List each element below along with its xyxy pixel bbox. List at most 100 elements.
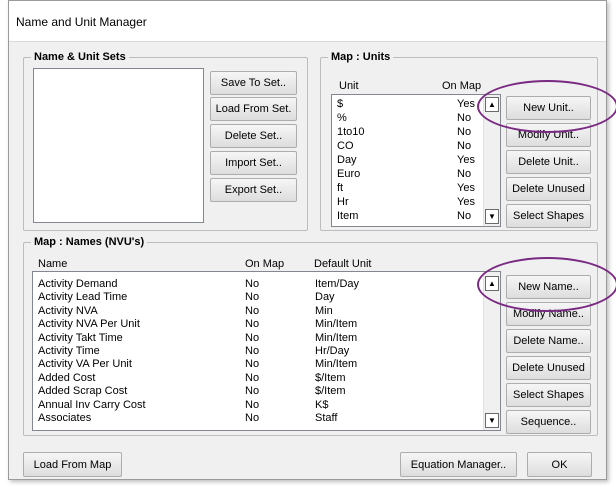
sets-listbox[interactable] (33, 68, 204, 223)
unit-onmap: Yes (457, 98, 475, 110)
scroll-up-icon[interactable]: ▲ (485, 97, 499, 112)
nvu-onmap: No (245, 385, 260, 398)
nvu-default-unit: $/Item (315, 371, 346, 384)
nvu-default-unit: Min/Item (315, 358, 358, 371)
nvu-name: Added Scrap Cost (38, 385, 128, 398)
delete-unused-names-button[interactable]: Delete Unused (506, 356, 591, 380)
nvu-name: Associates (38, 412, 92, 424)
nvu-onmap: No (245, 318, 260, 331)
name-unit-manager-dialog: Name and Unit Manager Name & Unit Sets S… (8, 0, 616, 480)
name-row[interactable]: Activity Takt Time No Min/Item (33, 332, 483, 344)
unit-row[interactable]: % No (332, 112, 482, 124)
name-row[interactable]: Activity NVA Per Unit No Min/Item (33, 318, 483, 330)
nvu-onmap: No (245, 278, 260, 290)
unit-row[interactable]: Item No (332, 210, 482, 222)
nvu-onmap: No (245, 358, 260, 371)
nvu-default-unit: Min/Item (315, 318, 358, 331)
sequence-button[interactable]: Sequence.. (506, 410, 591, 434)
unit-name: Euro (337, 168, 361, 180)
nvu-name: Activity Lead Time (38, 291, 128, 304)
delete-unused-units-button[interactable]: Delete Unused (506, 177, 591, 201)
nvu-default-unit: Item/Day (315, 278, 360, 290)
name-row[interactable]: Activity Time No Hr/Day (33, 345, 483, 357)
names-header-default-unit: Default Unit (314, 258, 372, 270)
modify-name-button[interactable]: Modify Name.. (506, 302, 591, 326)
nvu-name: Annual Inv Carry Cost (38, 398, 146, 411)
unit-onmap: Yes (457, 196, 475, 208)
nvu-onmap: No (245, 304, 260, 317)
scroll-down-icon[interactable]: ▼ (485, 413, 499, 428)
unit-row[interactable]: Euro No (332, 168, 482, 180)
nvu-onmap: No (245, 331, 260, 344)
map-units-legend: Map : Units (331, 51, 391, 63)
name-row[interactable]: Activity NVA No Min (33, 305, 483, 317)
names-header-onmap: On Map (245, 258, 285, 270)
new-name-button[interactable]: New Name.. (506, 275, 591, 299)
unit-name: ft (337, 182, 344, 194)
nvu-default-unit: Hr/Day (315, 345, 350, 357)
name-row[interactable]: Activity Demand No Item/Day (33, 278, 483, 290)
unit-row[interactable]: 1to10 No (332, 126, 482, 138)
names-listbox[interactable]: Activity Demand No Item/Day Activity Lead T… (32, 271, 501, 431)
unit-onmap: No (457, 168, 472, 180)
name-row[interactable]: Annual Inv Carry Cost No K$ (33, 399, 483, 411)
name-row[interactable]: Added Cost No $/Item (33, 372, 483, 384)
nvu-onmap: No (245, 291, 260, 304)
unit-name: $ (337, 98, 344, 110)
nvu-name: Added Cost (38, 371, 96, 384)
units-listbox[interactable]: $ Yes% No 1to10 No CO No Day Yes Euro No ft Yes Hr Yes… (331, 94, 501, 227)
select-shapes-units-button[interactable]: Select Shapes (506, 204, 591, 228)
nvu-name: Activity Takt Time (38, 331, 123, 344)
unit-row[interactable]: Day Yes (332, 154, 482, 166)
unit-name: 1to10 (337, 126, 365, 138)
names-header-name: Name (38, 258, 68, 270)
name-row[interactable]: Added Scrap Cost No $/Item (33, 385, 483, 397)
names-scrollbar[interactable]: ▲ ▼ (483, 272, 500, 430)
name-row[interactable]: Activity Lead Time No Day (33, 291, 483, 303)
unit-onmap: Yes (457, 154, 475, 166)
import-set-button[interactable]: Import Set.. (210, 151, 297, 175)
map-names-legend: Map : Names (NVU's) (34, 236, 145, 248)
unit-row[interactable]: $ Yes (332, 98, 482, 110)
save-to-set-button[interactable]: Save To Set.. (210, 71, 297, 95)
unit-name: Hr (337, 196, 349, 208)
name-row[interactable]: Activity VA Per Unit No Min/Item (33, 358, 483, 370)
export-set-button[interactable]: Export Set.. (210, 178, 297, 202)
ok-button[interactable]: OK (527, 452, 592, 477)
unit-row[interactable]: CO No (332, 140, 482, 152)
nvu-name: Activity NVA Per Unit (38, 318, 140, 331)
select-shapes-names-button[interactable]: Select Shapes (506, 383, 591, 407)
load-from-map-button[interactable]: Load From Map (23, 452, 122, 477)
name-row[interactable]: Associates No Staff (33, 412, 483, 424)
scroll-down-icon[interactable]: ▼ (485, 209, 499, 224)
unit-onmap: No (457, 140, 472, 152)
scroll-up-icon[interactable]: ▲ (485, 276, 499, 291)
load-from-set-button[interactable]: Load From Set. (210, 97, 297, 121)
nvu-name: Activity VA Per Unit (38, 358, 132, 371)
nvu-name: Activity NVA (38, 304, 98, 317)
units-scrollbar[interactable]: ▲ ▼ (483, 95, 500, 226)
unit-onmap: No (457, 112, 472, 124)
nvu-onmap: No (245, 371, 260, 384)
delete-set-button[interactable]: Delete Set.. (210, 124, 297, 148)
title-bar: Name and Unit Manager (9, 1, 606, 42)
unit-name: Day (337, 154, 357, 166)
nvu-name: Activity Demand (38, 278, 118, 290)
unit-name: Item (337, 210, 359, 222)
equation-manager-button[interactable]: Equation Manager.. (400, 452, 517, 477)
new-unit-button[interactable]: New Unit.. (506, 96, 591, 120)
nvu-default-unit: K$ (315, 398, 329, 411)
units-header-unit: Unit (339, 80, 359, 92)
delete-name-button[interactable]: Delete Name.. (506, 329, 591, 353)
nvu-onmap: No (245, 412, 260, 424)
nvu-onmap: No (245, 345, 260, 357)
nvu-default-unit: Min/Item (315, 331, 358, 344)
nvu-default-unit: Staff (315, 412, 338, 424)
modify-unit-button[interactable]: Modify Unit.. (506, 123, 591, 147)
unit-name: % (337, 112, 347, 124)
unit-row[interactable]: ft Yes (332, 182, 482, 194)
window-title: Name and Unit Manager (16, 15, 147, 29)
unit-row[interactable]: Hr Yes (332, 196, 482, 208)
delete-unit-button[interactable]: Delete Unit.. (506, 150, 591, 174)
unit-onmap: No (457, 126, 472, 138)
